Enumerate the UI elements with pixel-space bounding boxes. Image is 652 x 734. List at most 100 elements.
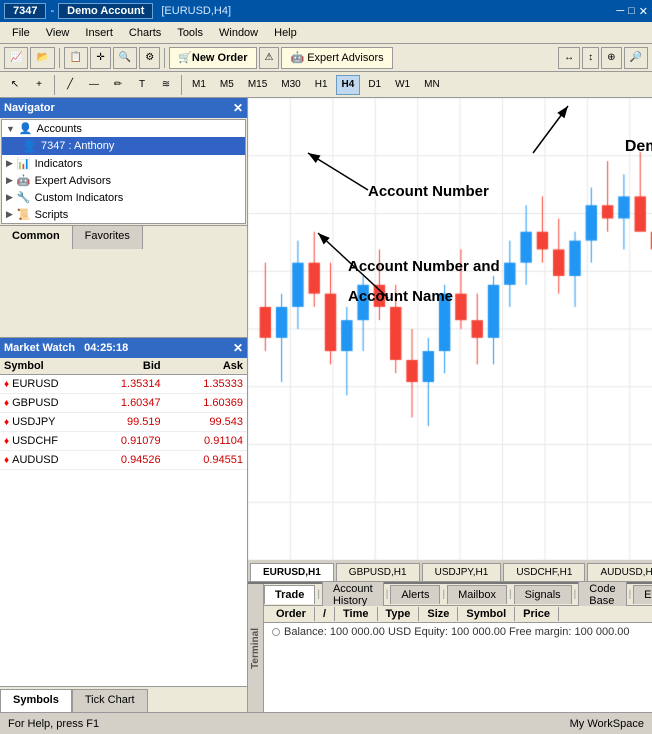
navigator-close-btn[interactable]: ✕ — [233, 101, 243, 115]
new-order-btn[interactable]: 🛒 New Order — [169, 47, 256, 69]
text-btn[interactable]: T — [131, 75, 153, 95]
period-btn[interactable]: ⊕ — [601, 47, 621, 69]
sep-t6: | — [627, 589, 634, 600]
sep-t5: | — [572, 589, 579, 600]
tc-order: Order — [268, 607, 315, 621]
nav-accounts-root[interactable]: ▼ 👤 Accounts — [2, 120, 245, 137]
nav-expert-advisors[interactable]: ▶ 🤖 Expert Advisors — [2, 172, 245, 189]
mw-cell-ask-1: 1.60369 — [165, 394, 247, 412]
t-tab-experts[interactable]: Experts — [633, 585, 652, 604]
magnify-btn[interactable]: 🔎 — [624, 47, 648, 69]
market-watch-close-btn[interactable]: ✕ — [233, 341, 243, 355]
tf-d1[interactable]: D1 — [362, 75, 387, 95]
menu-help[interactable]: Help — [266, 25, 305, 41]
menu-insert[interactable]: Insert — [77, 25, 121, 41]
fib-btn[interactable]: ≋ — [155, 75, 177, 95]
account-box-wrapper: 👤 7347 : Anthony — [22, 139, 114, 153]
expand-icon3: ▶ — [6, 175, 13, 186]
left-column: Navigator ✕ ▼ 👤 Accounts 👤 7347 : Anthon… — [0, 98, 248, 712]
crosshair2-btn[interactable]: + — [28, 75, 50, 95]
menu-charts[interactable]: Charts — [121, 25, 169, 41]
chart-tab-0[interactable]: EURUSD,H1 — [250, 563, 334, 581]
expert-advisors-btn[interactable]: 🤖 Expert Advisors — [281, 47, 392, 69]
new-chart-btn[interactable]: 📈 — [4, 47, 28, 69]
menu-file[interactable]: File — [4, 25, 38, 41]
tf-h1[interactable]: H1 — [309, 75, 334, 95]
mw-time: 04:25:18 — [84, 342, 128, 354]
tc-time: Time — [335, 607, 377, 621]
zoom-out-right-btn[interactable]: ↔ — [558, 47, 580, 69]
chart-tab-2[interactable]: USDJPY,H1 — [422, 563, 502, 581]
chart-tab-1[interactable]: GBPUSD,H1 — [336, 563, 420, 581]
tc-sep: / — [315, 607, 335, 621]
chart-tab-3[interactable]: USDCHF,H1 — [503, 563, 585, 581]
tf-m5[interactable]: M5 — [214, 75, 240, 95]
nav-tab-favorites[interactable]: Favorites — [73, 226, 143, 249]
line-btn[interactable]: ╱ — [59, 75, 81, 95]
mw-row-2[interactable]: ♦ USDJPY 99.519 99.543 — [0, 413, 247, 432]
hline-btn[interactable]: — — [83, 75, 105, 95]
open-btn[interactable]: 📂 — [30, 47, 54, 69]
title-instrument: [EURUSD,H4] — [161, 5, 231, 17]
chart-canvas[interactable] — [248, 98, 652, 560]
properties-btn[interactable]: ⚙ — [139, 47, 160, 69]
mw-tab-symbols[interactable]: Symbols — [0, 689, 72, 712]
tf-m15[interactable]: M15 — [242, 75, 273, 95]
zoom-in-btn[interactable]: 🔍 — [113, 47, 137, 69]
market-watch-title: Market Watch 04:25:18 — [4, 342, 128, 354]
sym-arrow-2: ♦ — [4, 417, 9, 428]
mw-row-0[interactable]: ♦ EURUSD 1.35314 1.35333 — [0, 375, 247, 394]
crosshair-btn[interactable]: ✛ — [90, 47, 110, 69]
t-tab-alerts[interactable]: Alerts — [390, 585, 440, 604]
expand-icon: ▼ — [6, 124, 15, 134]
nav-custom-indicators[interactable]: ▶ 🔧 Custom Indicators — [2, 189, 245, 206]
nav-account-entry[interactable]: 👤 7347 : Anthony — [2, 137, 245, 155]
mw-cell-ask-4: 0.94551 — [165, 451, 247, 469]
mw-title-text: Market Watch — [4, 342, 75, 354]
terminal-vert-label[interactable]: Terminal — [248, 584, 264, 712]
t-tab-signals[interactable]: Signals — [514, 585, 572, 604]
terminal-tabs: Trade | Account History | Alerts | Mailb… — [264, 584, 652, 606]
template-btn[interactable]: 📋 — [64, 47, 88, 69]
nav-tab-common[interactable]: Common — [0, 226, 73, 249]
mw-cell-ask-2: 99.543 — [165, 413, 247, 431]
ci-icon: 🔧 — [17, 191, 31, 204]
minimize-btn[interactable]: ─ — [616, 5, 624, 17]
mw-tab-tick-chart[interactable]: Tick Chart — [72, 689, 148, 712]
tc-symbol: Symbol — [458, 607, 515, 621]
nav-scripts[interactable]: ▶ 📜 Scripts — [2, 206, 245, 223]
mw-row-1[interactable]: ♦ GBPUSD 1.60347 1.60369 — [0, 394, 247, 413]
scroll-btn[interactable]: ↕ — [582, 47, 599, 69]
t-tab-mailbox[interactable]: Mailbox — [447, 585, 507, 604]
tf-m30[interactable]: M30 — [275, 75, 306, 95]
close-btn[interactable]: ✕ — [639, 5, 648, 18]
navigator-tabs: Common Favorites — [0, 225, 247, 249]
maximize-btn[interactable]: □ — [628, 5, 635, 17]
status-bar: For Help, press F1 My WorkSpace — [0, 712, 652, 734]
chart-tab-4[interactable]: AUDUSD,H1 — [587, 563, 652, 581]
terminal-inner: Trade | Account History | Alerts | Mailb… — [264, 584, 652, 712]
draw-btn[interactable]: ✏ — [107, 75, 129, 95]
tf-m1[interactable]: M1 — [186, 75, 212, 95]
tc-price: Price — [515, 607, 559, 621]
cursor-btn[interactable]: ↖ — [4, 75, 26, 95]
nav-indicators[interactable]: ▶ 📊 Indicators — [2, 155, 245, 172]
menu-window[interactable]: Window — [211, 25, 266, 41]
tf-h4[interactable]: H4 — [336, 75, 361, 95]
alert-btn[interactable]: ⚠ — [259, 47, 280, 69]
demo-account-title: Demo Account — [58, 3, 153, 19]
terminal-wrapper: Terminal Trade | Account History | Alert… — [248, 582, 652, 712]
mw-row-3[interactable]: ♦ USDCHF 0.91079 0.91104 — [0, 432, 247, 451]
t-tab-trade[interactable]: Trade — [264, 585, 315, 604]
indicators-label: Indicators — [35, 158, 83, 170]
right-column: Demo Account Account Number Account Numb… — [248, 98, 652, 712]
mw-row-4[interactable]: ♦ AUDUSD 0.94526 0.94551 — [0, 451, 247, 470]
menu-view[interactable]: View — [38, 25, 78, 41]
sep2 — [164, 48, 165, 68]
terminal-columns: Order / Time Type Size Symbol Price — [264, 606, 652, 623]
menu-tools[interactable]: Tools — [169, 25, 211, 41]
tf-w1[interactable]: W1 — [389, 75, 416, 95]
mw-cell-symbol-0: ♦ EURUSD — [0, 375, 82, 393]
account-entry-text: 7347 : Anthony — [41, 140, 114, 152]
tf-mn[interactable]: MN — [418, 75, 446, 95]
